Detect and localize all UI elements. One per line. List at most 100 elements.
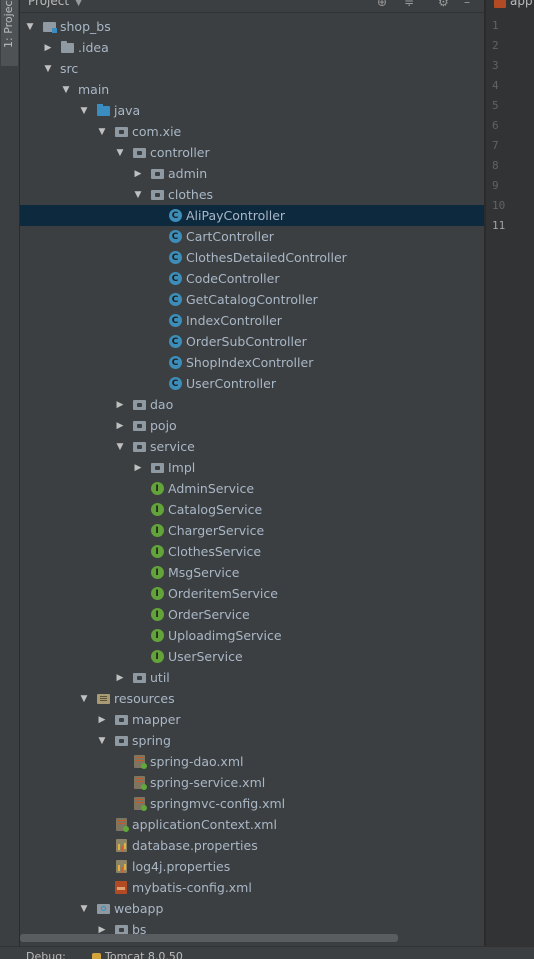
tree-item-idea[interactable]: ▶ .idea bbox=[20, 37, 484, 58]
xml-file-icon bbox=[494, 0, 506, 8]
tree-item-label: Impl bbox=[168, 460, 195, 475]
chevron-down-icon[interactable]: ▼ bbox=[60, 84, 72, 96]
tree-item-userservice[interactable]: IUserService bbox=[20, 646, 484, 667]
chevron-down-icon[interactable]: ▼ bbox=[42, 63, 54, 75]
mybatis-file-icon bbox=[114, 881, 128, 895]
tree-item-ordersubcontroller[interactable]: COrderSubController bbox=[20, 331, 484, 352]
package-icon bbox=[132, 671, 146, 685]
tree-item-clothesdetailedcontroller[interactable]: CClothesDetailedController bbox=[20, 247, 484, 268]
gear-icon[interactable]: ⚙ bbox=[438, 0, 449, 9]
tree-item-admin[interactable]: ▶admin bbox=[20, 163, 484, 184]
tree-item-mapper[interactable]: ▶mapper bbox=[20, 709, 484, 730]
tree-item-label: log4j.properties bbox=[132, 859, 230, 874]
package-icon bbox=[150, 461, 164, 475]
tree-item-label: ClothesDetailedController bbox=[186, 250, 347, 265]
chevron-right-icon[interactable]: ▶ bbox=[42, 42, 54, 54]
tree-item-orderservice[interactable]: IOrderService bbox=[20, 604, 484, 625]
project-view-selector[interactable]: Project▼ bbox=[28, 0, 82, 8]
tree-item-clothes[interactable]: ▼clothes bbox=[20, 184, 484, 205]
chevron-right-icon[interactable]: ▶ bbox=[114, 420, 126, 432]
tree-item-usercontroller[interactable]: C UserController bbox=[20, 373, 484, 394]
collapse-all-icon[interactable]: ≑ bbox=[404, 0, 414, 9]
tree-item-label: CartController bbox=[186, 229, 274, 244]
tree-item-service[interactable]: ▼service bbox=[20, 436, 484, 457]
chevron-right-icon[interactable]: ▶ bbox=[132, 462, 144, 474]
tree-item-clothesservice[interactable]: IClothesService bbox=[20, 541, 484, 562]
tree-item-spring-dao-xml[interactable]: spring-dao.xml bbox=[20, 751, 484, 772]
chevron-down-icon[interactable]: ▼ bbox=[24, 21, 36, 33]
tree-item-msgservice[interactable]: IMsgService bbox=[20, 562, 484, 583]
tree-item-main[interactable]: ▼main bbox=[20, 79, 484, 100]
tree-item-label: .idea bbox=[78, 40, 109, 55]
tree-item-orderitemservice[interactable]: I OrderitemService bbox=[20, 583, 484, 604]
chevron-down-icon[interactable]: ▼ bbox=[96, 126, 108, 138]
tree-item-label: com.xie bbox=[132, 124, 181, 139]
horizontal-scrollbar[interactable] bbox=[20, 934, 398, 942]
chevron-down-icon[interactable]: ▼ bbox=[132, 189, 144, 201]
tree-item-shopindexcontroller[interactable]: CShopIndexController bbox=[20, 352, 484, 373]
line-number: 6 bbox=[492, 119, 499, 132]
tree-item-util[interactable]: ▶util bbox=[20, 667, 484, 688]
tree-item-src[interactable]: ▼ src bbox=[20, 58, 484, 79]
tree-item-alipaycontroller[interactable]: CAliPayController bbox=[20, 205, 484, 226]
tree-item-pojo[interactable]: ▶pojo bbox=[20, 415, 484, 436]
tree-item-catalogservice[interactable]: ICatalogService bbox=[20, 499, 484, 520]
editor-file-tab[interactable]: app bbox=[494, 0, 533, 8]
project-tool-tab-label[interactable]: 1: Project bbox=[2, 0, 15, 48]
tree-item-mybatis-config-xml[interactable]: mybatis-config.xml bbox=[20, 877, 484, 898]
tree-item-java[interactable]: ▼ java bbox=[20, 100, 484, 121]
tree-item-controller[interactable]: ▼controller bbox=[20, 142, 484, 163]
tree-item-label: applicationContext.xml bbox=[132, 817, 277, 832]
tree-item-log4j-properties[interactable]: log4j.properties bbox=[20, 856, 484, 877]
tree-item-com-xie[interactable]: ▼ com.xie bbox=[20, 121, 484, 142]
spring-xml-icon bbox=[114, 818, 128, 832]
tree-item-resources[interactable]: ▼resources bbox=[20, 688, 484, 709]
chevron-right-icon[interactable]: ▶ bbox=[96, 714, 108, 726]
tree-item-getcatalogcontroller[interactable]: CGetCatalogController bbox=[20, 289, 484, 310]
chevron-down-icon[interactable]: ▼ bbox=[78, 105, 90, 117]
tree-item-cartcontroller[interactable]: CCartController bbox=[20, 226, 484, 247]
tree-item-adminservice[interactable]: IAdminService bbox=[20, 478, 484, 499]
chevron-down-icon[interactable]: ▼ bbox=[78, 903, 90, 915]
class-icon: C bbox=[168, 356, 182, 370]
tree-item-label: OrderService bbox=[168, 607, 250, 622]
locate-icon[interactable]: ⊕ bbox=[377, 0, 387, 9]
tree-item-database-properties[interactable]: database.properties bbox=[20, 835, 484, 856]
tree-item-label: OrderitemService bbox=[168, 586, 278, 601]
chevron-down-icon[interactable]: ▼ bbox=[114, 147, 126, 159]
tree-item-impl[interactable]: ▶ Impl bbox=[20, 457, 484, 478]
tree-item-spring[interactable]: ▼spring bbox=[20, 730, 484, 751]
tree-item-shop-bs[interactable]: ▼shop_bs bbox=[20, 16, 484, 37]
tree-item-springmvc-config-xml[interactable]: springmvc-config.xml bbox=[20, 793, 484, 814]
tree-item-label: java bbox=[114, 103, 140, 118]
chevron-down-icon[interactable]: ▼ bbox=[78, 693, 90, 705]
chevron-right-icon[interactable]: ▶ bbox=[114, 672, 126, 684]
chevron-down-icon[interactable]: ▼ bbox=[96, 735, 108, 747]
tree-item-applicationcontext-xml[interactable]: applicationContext.xml bbox=[20, 814, 484, 835]
tree-item-label: src bbox=[60, 61, 78, 76]
tree-item-indexcontroller[interactable]: CIndexController bbox=[20, 310, 484, 331]
tree-item-label: springmvc-config.xml bbox=[150, 796, 285, 811]
chevron-right-icon[interactable]: ▶ bbox=[132, 168, 144, 180]
tree-item-label: spring-service.xml bbox=[150, 775, 265, 790]
tree-item-label: UserController bbox=[186, 376, 276, 391]
line-number: 1 bbox=[492, 19, 499, 32]
tree-item-chargerservice[interactable]: IChargerService bbox=[20, 520, 484, 541]
tree-item-webapp[interactable]: ▼webapp bbox=[20, 898, 484, 919]
line-number: 9 bbox=[492, 179, 499, 192]
chevron-down-icon[interactable]: ▼ bbox=[114, 441, 126, 453]
source-folder-icon bbox=[96, 104, 110, 118]
class-icon: C bbox=[168, 377, 182, 391]
interface-icon: I bbox=[150, 503, 164, 517]
tree-item-spring-service-xml[interactable]: spring-service.xml bbox=[20, 772, 484, 793]
tree-item-codecontroller[interactable]: CCodeController bbox=[20, 268, 484, 289]
tool-window-strip: 1: Project bbox=[0, 0, 20, 958]
hide-icon[interactable]: – bbox=[464, 0, 470, 9]
tree-item-label: CodeController bbox=[186, 271, 280, 286]
line-number: 2 bbox=[492, 39, 499, 52]
tree-item-uploadimgservice[interactable]: IUploadimgService bbox=[20, 625, 484, 646]
chevron-right-icon[interactable]: ▶ bbox=[114, 399, 126, 411]
interface-icon: I bbox=[150, 587, 164, 601]
tree-item-label: IndexController bbox=[186, 313, 282, 328]
tree-item-dao[interactable]: ▶dao bbox=[20, 394, 484, 415]
